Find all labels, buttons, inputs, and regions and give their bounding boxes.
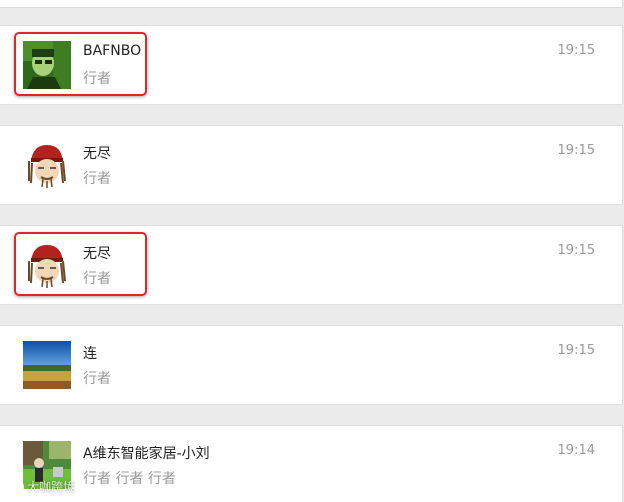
message-item[interactable]: 无尽 行者 19:15 [0, 225, 623, 305]
message-item[interactable]: A维东智能家居-小刘 行者 行者 行者 19:14 [0, 425, 623, 502]
message-time: 19:14 [557, 443, 595, 458]
message-time: 19:15 [557, 43, 595, 58]
sender-name: 无尽 [83, 246, 111, 262]
sender-name: 无尽 [83, 146, 111, 162]
avatar[interactable] [23, 41, 71, 89]
avatar-photo-green-icon [23, 41, 71, 89]
watermark-logo-icon [8, 478, 24, 495]
sender-role: 行者 行者 行者 [83, 471, 176, 487]
previous-message-card [0, 0, 623, 8]
watermark: 大咖跨境 [8, 478, 75, 495]
sender-name: 连 [83, 346, 97, 362]
message-item[interactable]: 无尽 行者 19:15 [0, 125, 623, 205]
message-item[interactable]: BAFNBO 行者 19:15 [0, 25, 623, 105]
sender-role: 行者 [83, 71, 111, 87]
sender-role: 行者 [83, 371, 111, 387]
message-time: 19:15 [557, 243, 595, 258]
avatar-pirate-cartoon-icon [23, 241, 71, 289]
message-item[interactable]: 连 行者 19:15 [0, 325, 623, 405]
message-time: 19:15 [557, 143, 595, 158]
avatar[interactable] [23, 141, 71, 189]
sender-name: BAFNBO [83, 43, 142, 59]
avatar-landscape-icon [23, 341, 71, 389]
avatar-pirate-cartoon-icon [23, 141, 71, 189]
message-time: 19:15 [557, 343, 595, 358]
watermark-text: 大咖跨境 [27, 480, 76, 494]
avatar[interactable] [23, 341, 71, 389]
sender-name: A维东智能家居-小刘 [83, 446, 210, 462]
sender-role: 行者 [83, 271, 111, 287]
sender-role: 行者 [83, 171, 111, 187]
avatar[interactable] [23, 241, 71, 289]
